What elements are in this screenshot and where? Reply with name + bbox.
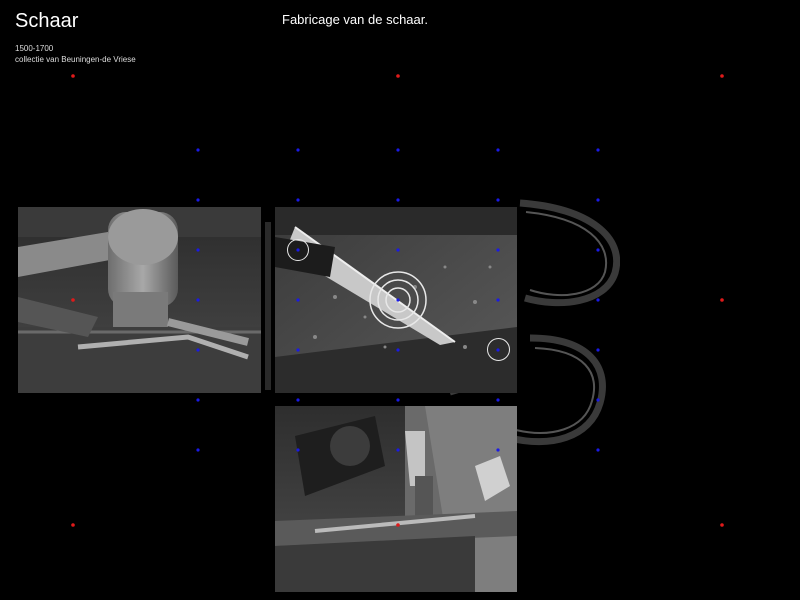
- hotspot-marker[interactable]: [487, 338, 510, 361]
- grid-dot: [196, 398, 200, 402]
- grid-dot: [296, 398, 300, 402]
- blacksmith-forging-photo[interactable]: [275, 406, 517, 592]
- anchor-dot: [396, 74, 400, 78]
- grid-dot: [396, 398, 400, 402]
- anchor-dot: [71, 74, 75, 78]
- anchor-dot: [71, 523, 75, 527]
- grid-dot: [396, 148, 400, 152]
- active-hotspot-ripple[interactable]: [368, 270, 428, 330]
- grid-dot: [596, 148, 600, 152]
- panel-divider: [265, 222, 271, 390]
- object-title: Schaar: [15, 10, 79, 32]
- grid-dot: [296, 198, 300, 202]
- grid-dot: [196, 198, 200, 202]
- hotspot-marker[interactable]: [287, 239, 309, 261]
- hammer-photo[interactable]: [18, 207, 261, 393]
- anchor-dot: [720, 298, 724, 302]
- anchor-dot: [720, 523, 724, 527]
- anchor-dot: [720, 74, 724, 78]
- grid-dot: [396, 198, 400, 202]
- grid-dot: [296, 148, 300, 152]
- grid-dot: [196, 448, 200, 452]
- grid-dot: [196, 148, 200, 152]
- grid-dot: [496, 148, 500, 152]
- object-meta: 1500-1700 collectie van Beuningen-de Vri…: [15, 43, 136, 65]
- object-collection: collectie van Beuningen-de Vriese: [15, 55, 136, 64]
- object-date: 1500-1700: [15, 44, 54, 53]
- section-heading: Fabricage van de schaar.: [282, 12, 428, 27]
